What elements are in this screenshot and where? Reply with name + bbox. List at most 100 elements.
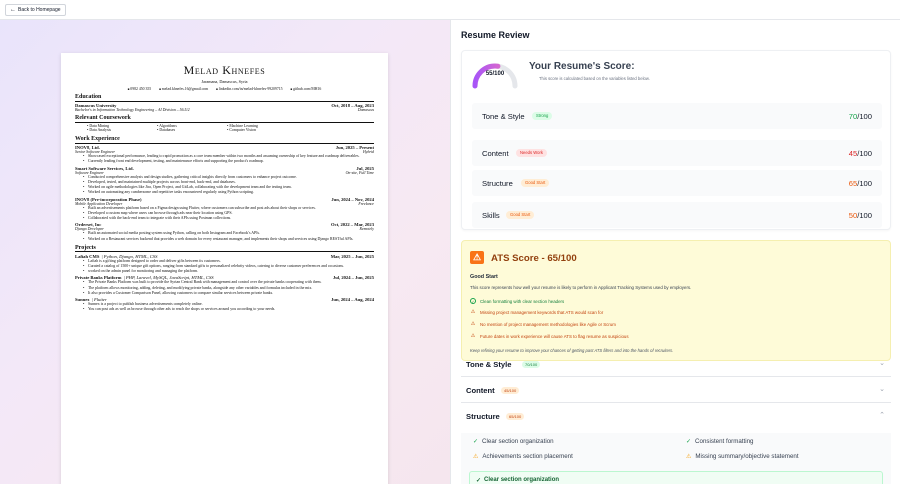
- warning-icon: ⚠: [470, 321, 476, 327]
- category-score-value: 70: [848, 112, 858, 121]
- experience-list: INOV8, Ltd. Jun, 2025 – Present Senior Sof…: [75, 145, 374, 242]
- category-label: Tone & Style: [482, 112, 525, 121]
- resume-section-education: Education: [75, 94, 374, 102]
- accordion-content[interactable]: Content 45/100 ⌄: [461, 377, 891, 403]
- accordion-tone-style[interactable]: Tone & Style 70/100 ⌄: [461, 351, 891, 377]
- warning-icon: ⚠: [686, 454, 692, 460]
- ats-item: ⚠ Future dates in work experience will ca…: [470, 333, 629, 339]
- education-sub: Bachelor's in Information Technology Eng…: [75, 108, 374, 112]
- status-badge: Good Start: [506, 211, 535, 219]
- score-card: 55/100 Your Resume's Score: This score i…: [461, 50, 891, 230]
- resume-location: Jaramana, Damascus, Syria: [201, 79, 248, 84]
- category-row-structure: Structure Good Start 65/100: [472, 170, 882, 196]
- category-score: 65/100: [849, 179, 872, 188]
- job-bullet: Worked on automating any cumbersome and …: [75, 190, 374, 195]
- status-badge: Strong: [532, 112, 553, 120]
- course-item: Computer Vision: [227, 128, 307, 133]
- category-score-max: /100: [857, 211, 872, 220]
- resume-section-experience: Work Experience: [75, 136, 374, 144]
- accordion-structure[interactable]: Structure 65/100 ⌃: [461, 403, 891, 429]
- resume-document: Melad Khnefes Jaramana, Damascus, Syria …: [61, 53, 388, 484]
- structure-tip: ⚠ Achievements section placement: [473, 453, 573, 460]
- resume-review-pane[interactable]: Resume Review 55/100 Your Resume's Score…: [450, 20, 900, 484]
- warning-icon: ⚠: [473, 454, 479, 460]
- resume-section-coursework: Relevant Coursework: [75, 115, 374, 123]
- structure-tip-text: Achievements section placement: [482, 453, 573, 460]
- projects-list: Lafiah CMS | Python, Django, HTML, CSS Mar…: [75, 254, 374, 313]
- back-button-label: Back to Homepage: [18, 6, 61, 13]
- category-row-tone-style: Tone & Style Strong 70/100: [472, 103, 882, 129]
- structure-details: ✓ Clear section organization ✓ Consistent …: [461, 433, 891, 484]
- ats-item: ✓ Clean formatting with clear section hea…: [470, 298, 564, 304]
- chevron-down-icon[interactable]: ⌄: [879, 385, 885, 393]
- score-badge: 70/100: [522, 361, 541, 368]
- structure-tip-text: Clear section organization: [482, 438, 554, 445]
- score-badge: 45/100: [501, 387, 520, 394]
- chevron-down-icon[interactable]: ⌄: [879, 359, 885, 367]
- ats-title: ATS Score - 65/100: [491, 253, 577, 264]
- resume-phone[interactable]: 0982 450 355: [128, 87, 151, 91]
- category-score: 50/100: [849, 211, 872, 220]
- job-bullet: Worked on a Restaurant services backend …: [75, 237, 374, 242]
- score-subtitle: This score is calculated based on the va…: [539, 76, 650, 81]
- back-to-homepage-button[interactable]: ← Back to Homepage: [5, 4, 66, 16]
- ats-description: This score represents how well your resu…: [470, 285, 692, 290]
- ats-item-text: Missing project management keywords that…: [480, 309, 604, 315]
- resume-name: Melad Khnefes: [183, 63, 266, 77]
- check-circle-icon: ✓: [686, 439, 692, 445]
- top-bar: ← Back to Homepage: [0, 0, 900, 20]
- warning-icon: ⚠: [470, 251, 484, 264]
- resume-preview-pane: Melad Khnefes Jaramana, Damascus, Syria …: [0, 20, 450, 484]
- category-score-max: /100: [857, 179, 872, 188]
- score-title: Your Resume's Score:: [529, 61, 635, 72]
- resume-section-projects: Projects: [75, 245, 374, 253]
- ats-item: ⚠ No mention of project management method…: [470, 321, 616, 327]
- check-circle-icon: ✓: [476, 478, 482, 484]
- ats-item: ⚠ Missing project management keywords tha…: [470, 309, 603, 315]
- category-label: Structure: [482, 179, 513, 188]
- score-value: 55/100: [485, 71, 505, 77]
- structure-tip-text: Missing summary/objective statement: [695, 453, 799, 460]
- project-bullet: It also provides a Customer Comparison P…: [75, 291, 374, 296]
- resume-linkedin[interactable]: linkedin.com/in/melad-khnefes-99209715: [216, 87, 283, 91]
- category-score-value: 50: [848, 211, 858, 220]
- arrow-left-icon: ←: [10, 6, 16, 13]
- accordion-label: Tone & Style: [466, 360, 512, 369]
- course-item: Databases: [157, 128, 227, 133]
- ats-item-text: Clean formatting with clear section head…: [480, 298, 565, 304]
- warning-icon: ⚠: [470, 333, 476, 339]
- category-row-skills: Skills Good Start 50/100: [472, 202, 882, 228]
- check-circle-icon: ✓: [473, 439, 479, 445]
- score-badge: 65/100: [506, 413, 525, 420]
- category-label: Skills: [482, 211, 500, 220]
- accordion-label: Structure: [466, 412, 500, 421]
- review-title: Resume Review: [461, 30, 530, 40]
- category-score-value: 45: [848, 149, 858, 158]
- resume-contacts: 0982 450 355 melad.khnefes.16@gmail.com …: [75, 87, 374, 91]
- check-circle-icon: ✓: [470, 298, 476, 304]
- accordion-label: Content: [466, 386, 495, 395]
- category-row-content: Content Needs Work 45/100: [472, 140, 882, 166]
- education-city: Damascus: [357, 108, 374, 112]
- structure-detail-box: ✓ Clear section organization: [469, 471, 883, 484]
- resume-github[interactable]: github.com/MH16: [291, 87, 321, 91]
- structure-tip-text: Consistent formatting: [695, 438, 754, 445]
- ats-item-text: Future dates in work experience will cau…: [480, 333, 629, 339]
- ats-score-card: ⚠ ATS Score - 65/100 Good Start This sco…: [461, 240, 891, 361]
- project-bullet: worked on the admin panel for monitoring…: [75, 269, 374, 274]
- chevron-up-icon[interactable]: ⌃: [879, 411, 885, 419]
- category-score: 45/100: [849, 149, 872, 158]
- job-bullet: Currently leading front end development,…: [75, 159, 374, 164]
- category-label: Content: [482, 149, 509, 158]
- structure-tip: ✓ Clear section organization: [473, 438, 554, 445]
- structure-detail-title-text: Clear section organization: [484, 477, 560, 483]
- category-score-max: /100: [857, 149, 872, 158]
- structure-detail-title: ✓ Clear section organization: [476, 477, 559, 484]
- status-badge: Needs Work: [516, 149, 547, 157]
- category-score: 70/100: [849, 112, 872, 121]
- course-item: Data Analysis: [87, 128, 157, 133]
- category-score-max: /100: [857, 112, 872, 121]
- coursework-list: Data Mining Algorithms Machine Learning …: [75, 124, 374, 134]
- resume-email[interactable]: melad.khnefes.16@gmail.com: [159, 87, 208, 91]
- education-degree: Bachelor's in Information Technology Eng…: [75, 108, 190, 112]
